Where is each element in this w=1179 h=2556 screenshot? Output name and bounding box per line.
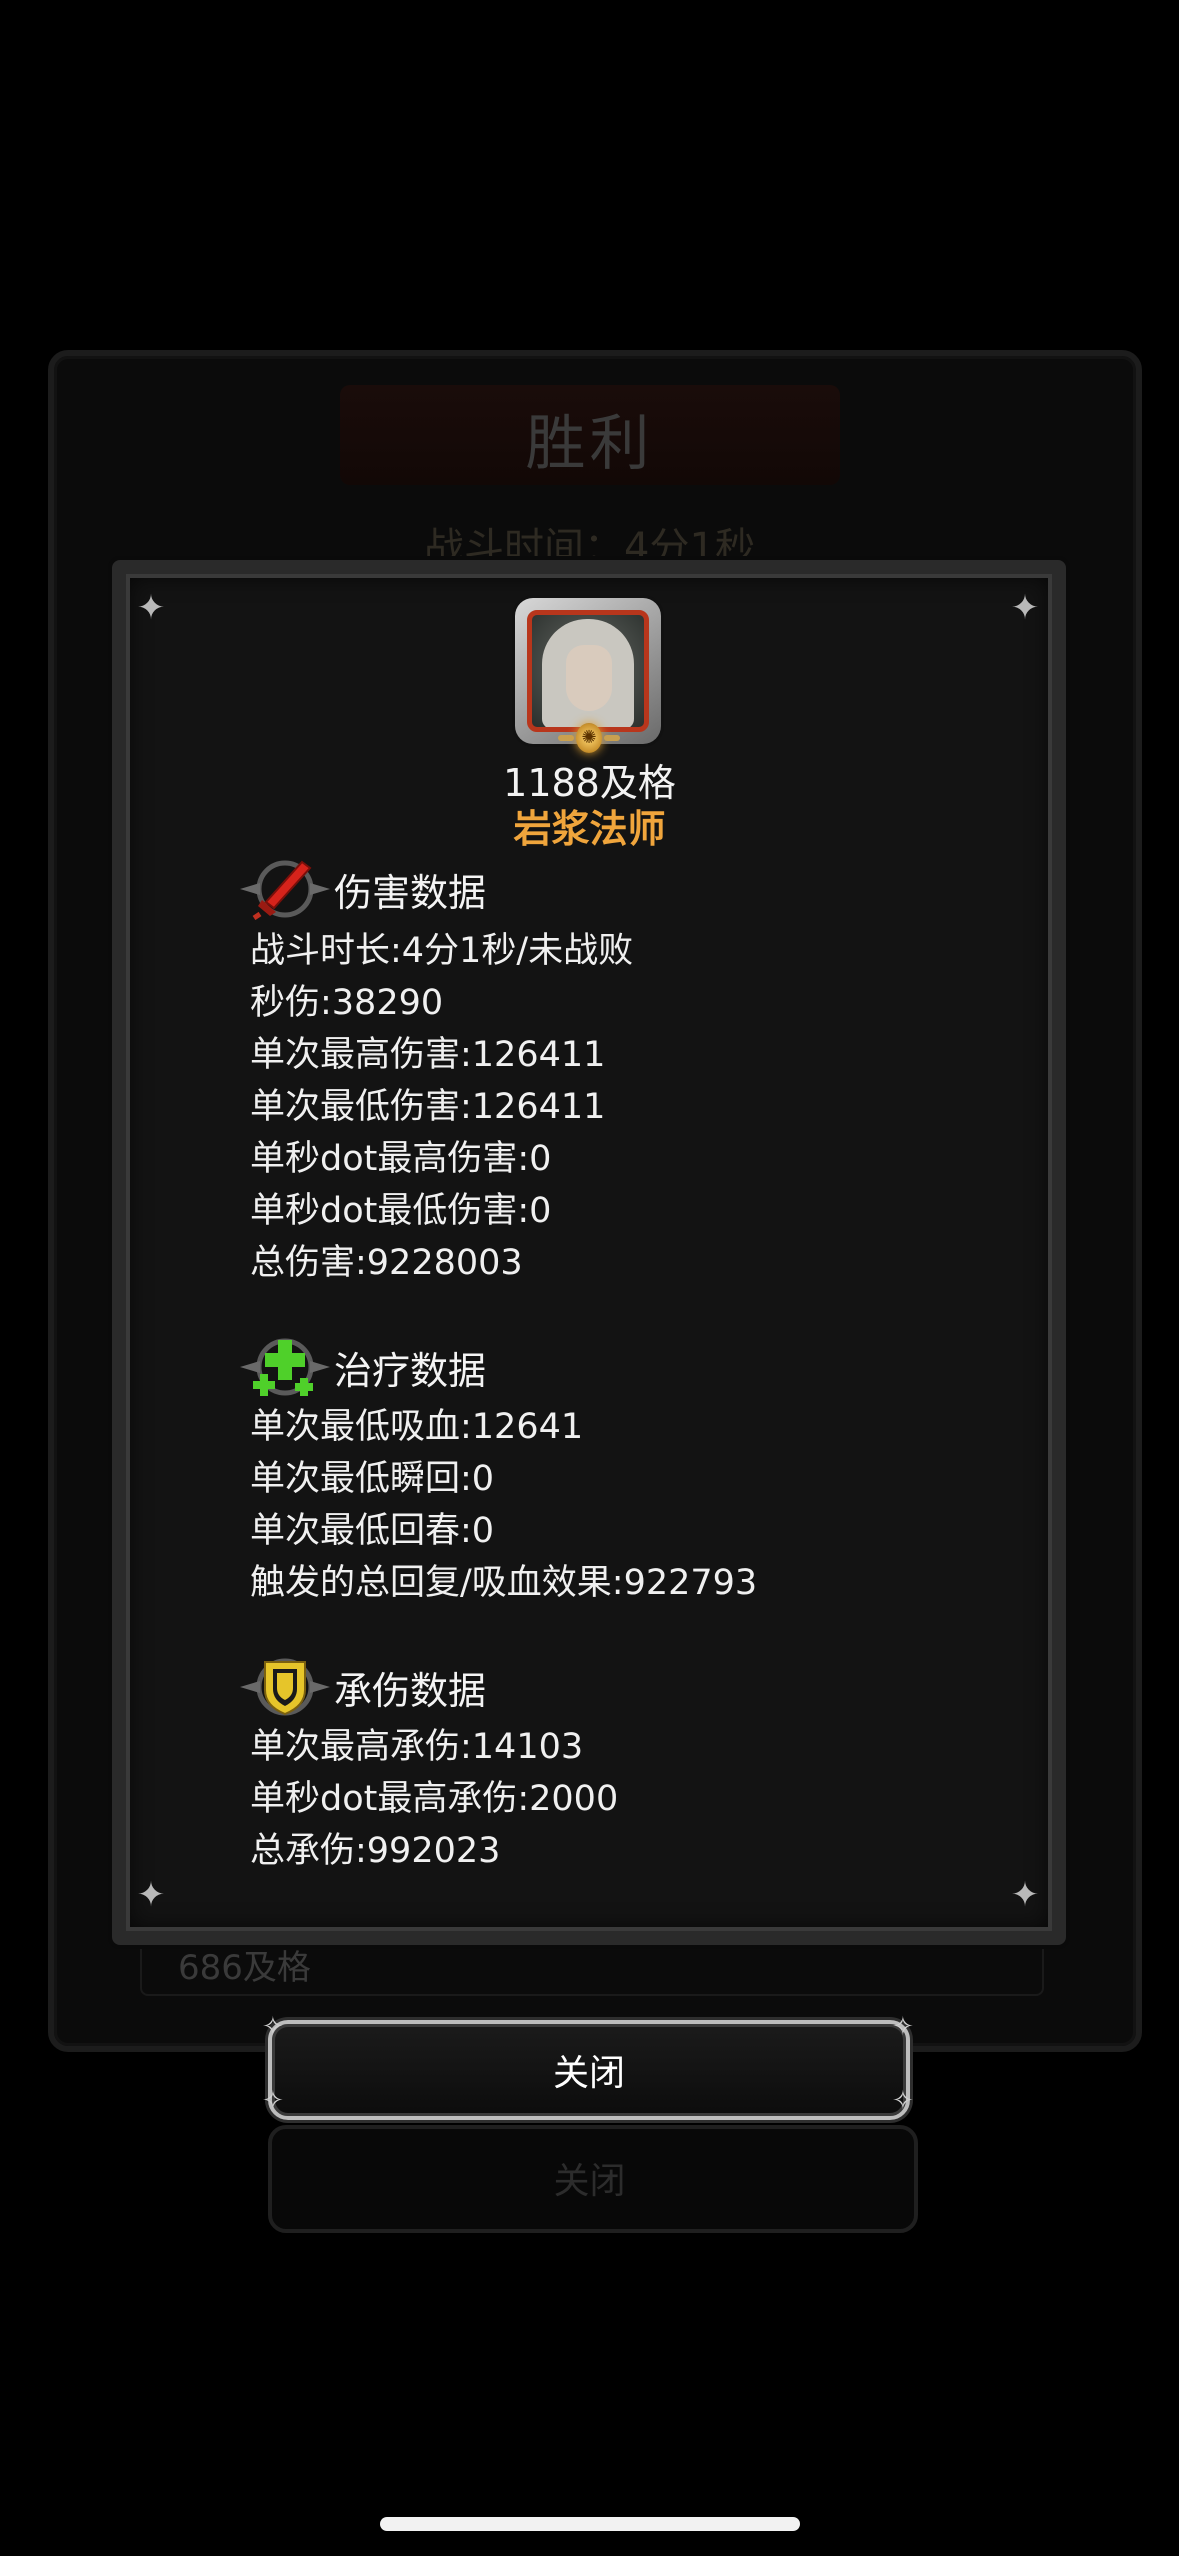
- close-button[interactable]: 关闭: [268, 2020, 910, 2120]
- damage-stat-line: 总伤害:9228003: [250, 1243, 523, 1283]
- red-sword-icon: [240, 858, 330, 921]
- healing-section-header: 治疗数据: [240, 1336, 486, 1398]
- tank-stat-line: 单秒dot最高承伤:2000: [250, 1779, 619, 1819]
- yellow-shield-icon: [240, 1656, 330, 1718]
- button-ornament-icon: ✧: [892, 2012, 914, 2042]
- healing-stat-line: 单次最低吸血:12641: [250, 1407, 584, 1447]
- healing-stat-line: 触发的总回复/吸血效果:922793: [250, 1563, 758, 1603]
- player-class: 岩浆法师: [513, 807, 666, 851]
- tank-stat-line: 单次最高承伤:14103: [250, 1727, 584, 1767]
- damage-stat-line: 战斗时长:4分1秒/未战败: [250, 931, 634, 971]
- close-button-label: 关闭: [552, 2053, 625, 2094]
- damage-stat-line: 单次最高伤害:126411: [250, 1035, 606, 1075]
- healing-stat-line: 单次最低瞬回:0: [250, 1459, 495, 1499]
- green-cross-icon: [240, 1336, 330, 1398]
- healing-stat-line: 单次最低回春:0: [250, 1511, 495, 1551]
- background-title: 胜利: [525, 409, 654, 479]
- damage-section-title: 伤害数据: [334, 870, 487, 915]
- damage-stat-line: 秒伤:38290: [250, 983, 444, 1023]
- damage-stat-line: 单秒dot最低伤害:0: [250, 1191, 552, 1231]
- screen: 胜利 战斗时间：4分1秒 686及格 关闭 ✦ ✦ ✦ ✦ ✺ 1188及格 岩…: [0, 0, 1179, 2556]
- hero-avatar: [527, 610, 649, 732]
- button-ornament-icon: ✧: [262, 2086, 284, 2116]
- healing-section-title: 治疗数据: [334, 1348, 487, 1393]
- damage-section-header: 伤害数据: [240, 858, 487, 921]
- button-ornament-icon: ✧: [262, 2012, 284, 2042]
- damage-stat-line: 单次最低伤害:126411: [250, 1087, 606, 1127]
- corner-ornament-icon: ✦: [136, 1875, 166, 1915]
- button-ornament-icon: ✧: [892, 2086, 914, 2116]
- corner-ornament-icon: ✦: [1010, 588, 1040, 628]
- home-indicator[interactable]: [380, 2517, 800, 2531]
- background-player-row-label: 686及格: [178, 1948, 311, 1988]
- corner-ornament-icon: ✦: [1010, 1875, 1040, 1915]
- tank-stat-line: 总承伤:992023: [250, 1831, 501, 1871]
- background-close-label: 关闭: [553, 2161, 626, 2202]
- corner-ornament-icon: ✦: [136, 588, 166, 628]
- tank-section-header: 承伤数据: [240, 1656, 486, 1718]
- tank-section-title: 承伤数据: [334, 1668, 487, 1713]
- damage-stat-line: 单秒dot最高伤害:0: [250, 1139, 552, 1179]
